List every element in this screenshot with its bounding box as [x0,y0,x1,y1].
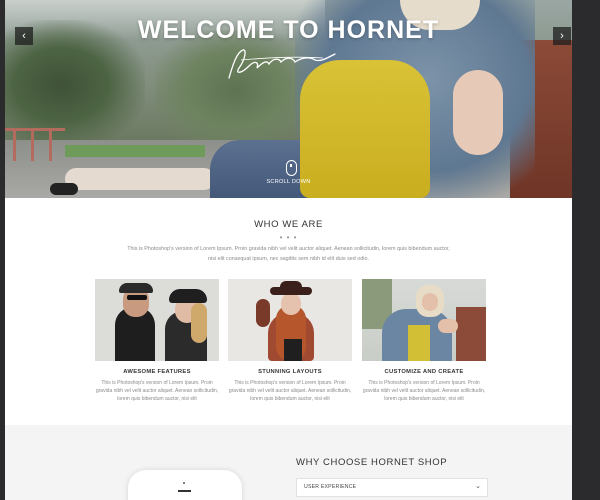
feature-title: STUNNING LAYOUTS [258,369,322,375]
page: WELCOME TO HORNET ‹ › SCROLL DOWN WHO WE… [5,0,572,500]
hero-banner: WELCOME TO HORNET ‹ › SCROLL DOWN [5,0,572,198]
slider-prev-button[interactable]: ‹ [15,27,33,45]
feature-photo-woman-denim [362,279,486,361]
phone-camera [183,482,185,484]
phone-mockup [128,470,242,500]
accordion-user-experience[interactable]: USER EXPERIENCE ⌄ [296,478,488,497]
mouse-icon[interactable] [286,160,297,176]
who-we-are-title: WHO WE ARE [254,219,323,230]
section-divider-dots: • • • [279,233,298,242]
chevron-down-icon: ⌄ [475,483,481,490]
phone-speaker [178,490,191,492]
feature-description: This is Photoshop's version of Lorem Ips… [95,380,219,402]
feature-title: CUSTOMIZE AND CREATE [384,369,464,375]
accordion-label: USER EXPERIENCE [304,484,357,490]
hero-grass [65,145,205,157]
feature-description: This is Photoshop's version of Lorem Ips… [228,380,352,402]
why-choose-title: WHY CHOOSE HORNET SHOP [296,457,448,468]
hero-title: WELCOME TO HORNET [137,16,440,44]
hero-model-hand [453,70,503,155]
feature-photo-couple [95,279,219,361]
slider-next-button[interactable]: › [553,27,571,45]
signature-graphic [228,49,336,79]
hero-fence [5,128,65,171]
feature-card-stunning-layouts: STUNNING LAYOUTS This is Photoshop's ver… [228,279,352,403]
feature-card-customize-and-create: CUSTOMIZE AND CREATE This is Photoshop's… [362,279,486,403]
feature-card-awesome-features: AWESOME FEATURES This is Photoshop's ver… [95,279,219,403]
feature-title: AWESOME FEATURES [123,369,191,375]
scroll-down-link[interactable]: SCROLL DOWN [5,179,572,185]
feature-photo-woman-hat [228,279,352,361]
who-we-are-intro: This is Photoshop's version of Lorem Ips… [127,246,450,262]
feature-description: This is Photoshop's version of Lorem Ips… [362,380,486,402]
why-choose-section: WHY CHOOSE HORNET SHOP USER EXPERIENCE ⌄ [5,425,572,500]
